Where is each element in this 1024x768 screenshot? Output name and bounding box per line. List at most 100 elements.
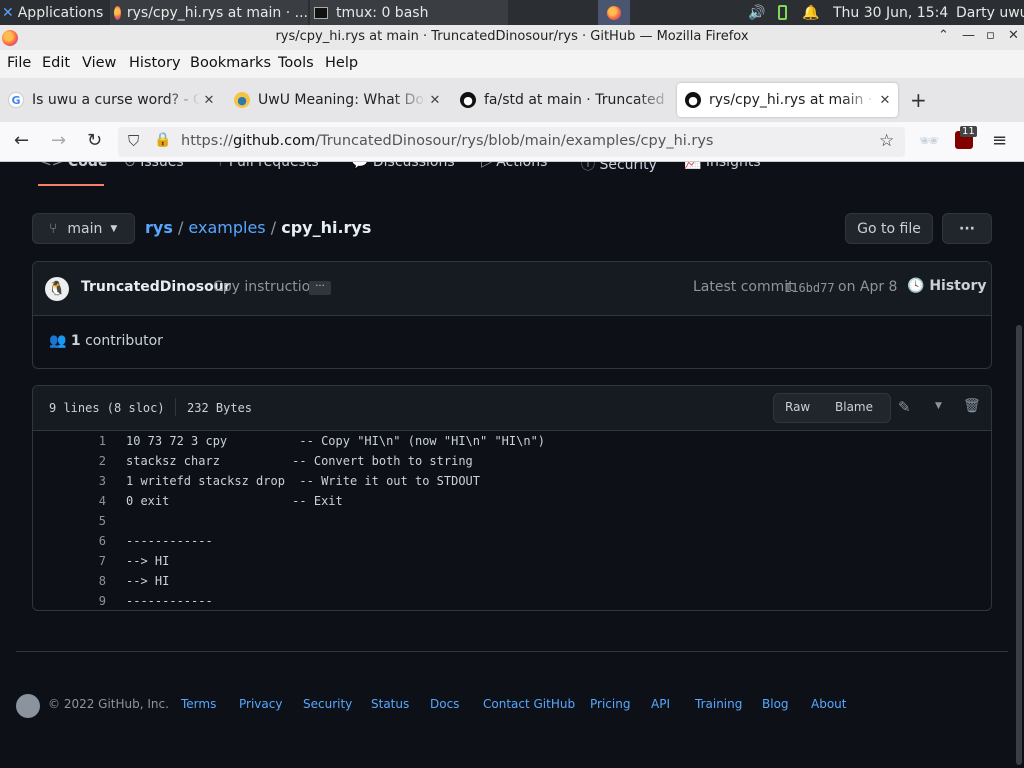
raw-button[interactable]: Raw: [785, 400, 810, 414]
tab-uwu-meaning[interactable]: ● UwU Meaning: What Does ✕: [226, 83, 448, 117]
footer-link-about[interactable]: About: [811, 697, 846, 711]
footer-link-api[interactable]: API: [651, 697, 670, 711]
taskbar-firefox-launcher[interactable]: [598, 0, 630, 25]
line-number[interactable]: 3: [33, 474, 106, 488]
forward-icon[interactable]: →: [51, 130, 66, 151]
volume-icon[interactable]: 🔊: [748, 0, 768, 25]
repo-tab-label: Actions: [496, 162, 548, 170]
url-text[interactable]: https://github.com/TruncatedDinosour/rys…: [181, 133, 714, 149]
repo-tab-discussions[interactable]: 💬 Discussions: [351, 162, 455, 170]
url-bar[interactable]: ⛉ 🔒 https://github.com/TruncatedDinosour…: [118, 127, 905, 157]
repo-tab-issues[interactable]: ⊙ Issues: [124, 162, 184, 170]
shield-icon[interactable]: ⛉: [128, 132, 139, 150]
code-text: 1 writefd stacksz drop -- Write it out t…: [126, 474, 481, 488]
pull-request-icon: ⑂: [216, 162, 229, 170]
extension-icon[interactable]: 🕶: [919, 131, 939, 150]
menu-help[interactable]: Help: [325, 55, 358, 71]
footer-link-pricing[interactable]: Pricing: [590, 697, 630, 711]
tab-label: rys/cpy_hi.rys at main · Tr: [709, 92, 876, 108]
footer-link-training[interactable]: Training: [695, 697, 742, 711]
github-logo-icon[interactable]: [16, 694, 40, 718]
footer-link-blog[interactable]: Blog: [762, 697, 789, 711]
close-tab-icon[interactable]: ✕: [876, 93, 894, 108]
blame-button[interactable]: Blame: [835, 400, 873, 414]
close-tab-icon[interactable]: ✕: [200, 93, 218, 108]
footer-link-terms[interactable]: Terms: [181, 697, 216, 711]
delete-trash-icon[interactable]: 🗑: [963, 398, 981, 414]
taskbar-terminal[interactable]: tmux: 0 bash: [310, 0, 508, 25]
back-icon[interactable]: ←: [14, 130, 29, 151]
line-number[interactable]: 9: [33, 594, 106, 608]
notification-bell-icon[interactable]: 🔔: [802, 0, 820, 25]
footer-link-security[interactable]: Security: [303, 697, 352, 711]
battery-icon[interactable]: [778, 0, 792, 25]
footer-link-contact[interactable]: Contact GitHub: [483, 697, 575, 711]
breadcrumb-dir[interactable]: examples: [188, 218, 265, 237]
caret-down-icon: ▼: [110, 223, 118, 234]
tab-cpy-hi[interactable]: ● rys/cpy_hi.rys at main · Tr ✕: [677, 83, 898, 117]
line-number[interactable]: 4: [33, 494, 106, 508]
new-tab-icon[interactable]: +: [910, 88, 927, 112]
expand-commit-button[interactable]: ···: [309, 281, 331, 295]
code-text: stacksz charz -- Convert both to string: [126, 454, 473, 468]
line-number[interactable]: 2: [33, 454, 106, 468]
menu-edit[interactable]: Edit: [42, 55, 70, 71]
edit-dropdown-caret-icon[interactable]: ▼: [935, 401, 942, 411]
contributors-link[interactable]: 👥 1 contributor: [49, 333, 163, 349]
menu-bookmarks[interactable]: Bookmarks: [190, 55, 271, 71]
history-clock-icon: 🕓: [907, 278, 925, 294]
footer-link-privacy[interactable]: Privacy: [239, 697, 282, 711]
more-options-button[interactable]: ···: [942, 213, 992, 244]
tab-label: fa/std at main · Truncated: [484, 92, 665, 108]
menu-tools[interactable]: Tools: [278, 55, 314, 71]
footer-link-status[interactable]: Status: [371, 697, 409, 711]
page-scrollbar[interactable]: [1016, 325, 1022, 765]
applications-menu[interactable]: ✕ Applications: [2, 0, 108, 25]
menu-file[interactable]: File: [7, 55, 31, 71]
line-number[interactable]: 6: [33, 534, 106, 548]
repo-tab-security[interactable]: ⓘ Security: [581, 162, 657, 174]
menu-view[interactable]: View: [82, 55, 116, 71]
actions-icon: ▷: [481, 162, 497, 170]
repo-tab-label: Pull requests: [228, 162, 319, 170]
repo-tab-insights[interactable]: 📈 Insights: [684, 162, 761, 170]
line-number[interactable]: 8: [33, 574, 106, 588]
repo-tab-code[interactable]: <> Code: [40, 162, 107, 170]
file-size: 232 Bytes: [187, 401, 253, 415]
repo-tab-pulls[interactable]: ⑂ Pull requests: [216, 162, 319, 170]
window-collapse-icon[interactable]: ⌃: [938, 28, 949, 43]
line-number[interactable]: 5: [33, 514, 106, 528]
commit-sha-link[interactable]: 116bd77: [784, 281, 835, 295]
breadcrumb-separator: /: [270, 218, 277, 237]
avatar[interactable]: 🐧: [45, 277, 69, 301]
reload-icon[interactable]: ↻: [87, 130, 102, 151]
commit-message[interactable]: Cpy instruction: [213, 279, 319, 295]
close-tab-icon[interactable]: ✕: [426, 93, 444, 108]
repo-tab-actions[interactable]: ▷ Actions: [481, 162, 547, 170]
tab-fa-std[interactable]: ● fa/std at main · Truncated: [452, 83, 674, 117]
line-number[interactable]: 1: [33, 434, 106, 448]
window-minimize-icon[interactable]: —: [962, 28, 975, 43]
edit-pencil-icon[interactable]: ✎: [898, 398, 911, 416]
bookmark-star-icon[interactable]: ☆: [879, 131, 894, 151]
hamburger-menu-icon[interactable]: ≡: [992, 130, 1007, 151]
file-line-count: 9 lines (8 sloc): [49, 401, 165, 415]
user-menu[interactable]: Darty uwu: [956, 0, 1024, 25]
branch-name: main: [67, 220, 103, 237]
menu-history[interactable]: History: [129, 55, 181, 71]
breadcrumb-repo[interactable]: rys: [145, 218, 173, 237]
window-maximize-icon[interactable]: ▫: [986, 28, 995, 43]
window-titlebar: rys/cpy_hi.rys at main · TruncatedDinoso…: [0, 25, 1024, 50]
lock-icon[interactable]: 🔒: [154, 132, 171, 148]
tab-uwu-curse[interactable]: G Is uwu a curse word? - Go ✕: [0, 83, 222, 117]
clock[interactable]: Thu 30 Jun, 15:44: [833, 0, 948, 25]
commit-author[interactable]: TruncatedDinosour: [81, 279, 231, 295]
window-close-icon[interactable]: ✕: [1008, 28, 1019, 43]
go-to-file-button[interactable]: Go to file: [845, 213, 933, 244]
branch-selector[interactable]: ⑂ main ▼: [32, 213, 135, 244]
history-link[interactable]: 🕓 History: [907, 278, 987, 294]
history-label: History: [929, 278, 987, 294]
taskbar-firefox[interactable]: rys/cpy_hi.rys at main · ...: [110, 0, 308, 25]
line-number[interactable]: 7: [33, 554, 106, 568]
footer-link-docs[interactable]: Docs: [430, 697, 459, 711]
